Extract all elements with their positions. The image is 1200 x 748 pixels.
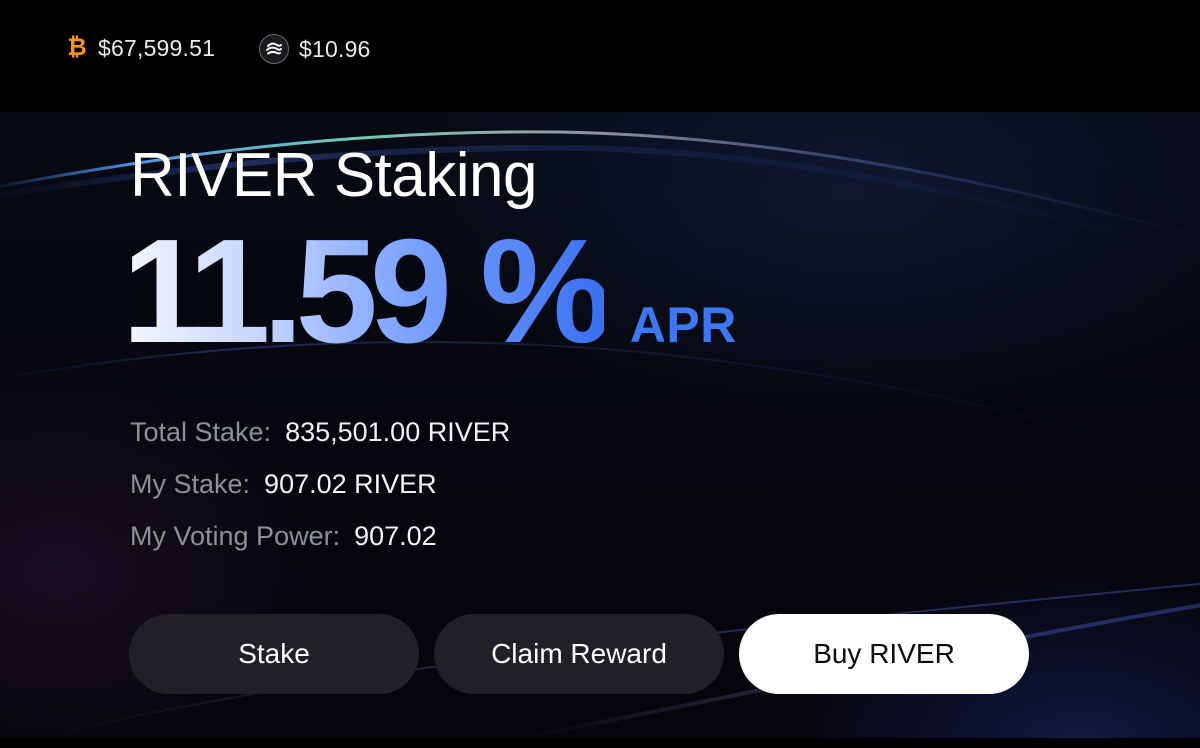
stat-value: 835,501.00 RIVER	[285, 417, 511, 447]
stake-button[interactable]: Stake	[129, 614, 419, 694]
bitcoin-icon: ₿	[67, 34, 87, 61]
btc-price: $67,599.51	[98, 34, 216, 61]
apr-display: 11.59% APR	[122, 212, 737, 372]
page-title: RIVER Staking	[130, 141, 538, 210]
stat-voting-power: My Voting Power: 907.02	[130, 521, 510, 573]
stat-value: 907.02 RIVER	[264, 469, 437, 499]
btc-price-ticker: ₿ $67,599.51	[66, 34, 215, 62]
river-price: $10.96	[299, 35, 371, 62]
apr-label: APR	[629, 297, 737, 353]
action-buttons: Stake Claim Reward Buy RIVER	[129, 614, 1029, 694]
claim-reward-button[interactable]: Claim Reward	[434, 614, 724, 694]
stat-total-stake: Total Stake: 835,501.00 RIVER	[130, 417, 510, 469]
staking-hero-panel: RIVER Staking 11.59% APR Total Stake: 83…	[0, 112, 1200, 738]
price-ticker-bar: ₿ $67,599.51 $10.96	[0, 0, 1200, 100]
stat-my-stake: My Stake: 907.02 RIVER	[130, 469, 510, 521]
stat-value: 907.02	[354, 521, 437, 551]
river-price-ticker: $10.96	[259, 34, 371, 64]
staking-screen: ₿ $67,599.51 $10.96 RIVER Staking 11.59 …	[0, 0, 1200, 748]
stat-label: My Stake:	[130, 469, 251, 499]
stat-label: My Voting Power:	[130, 521, 341, 551]
buy-river-button[interactable]: Buy RIVER	[739, 614, 1029, 694]
river-token-icon	[259, 34, 289, 64]
apr-number: 11.59	[122, 209, 445, 374]
apr-percent-sign: %	[480, 209, 604, 374]
stat-label: Total Stake:	[130, 417, 272, 447]
staking-stats: Total Stake: 835,501.00 RIVER My Stake: …	[130, 417, 510, 573]
apr-value: 11.59%	[122, 212, 604, 372]
